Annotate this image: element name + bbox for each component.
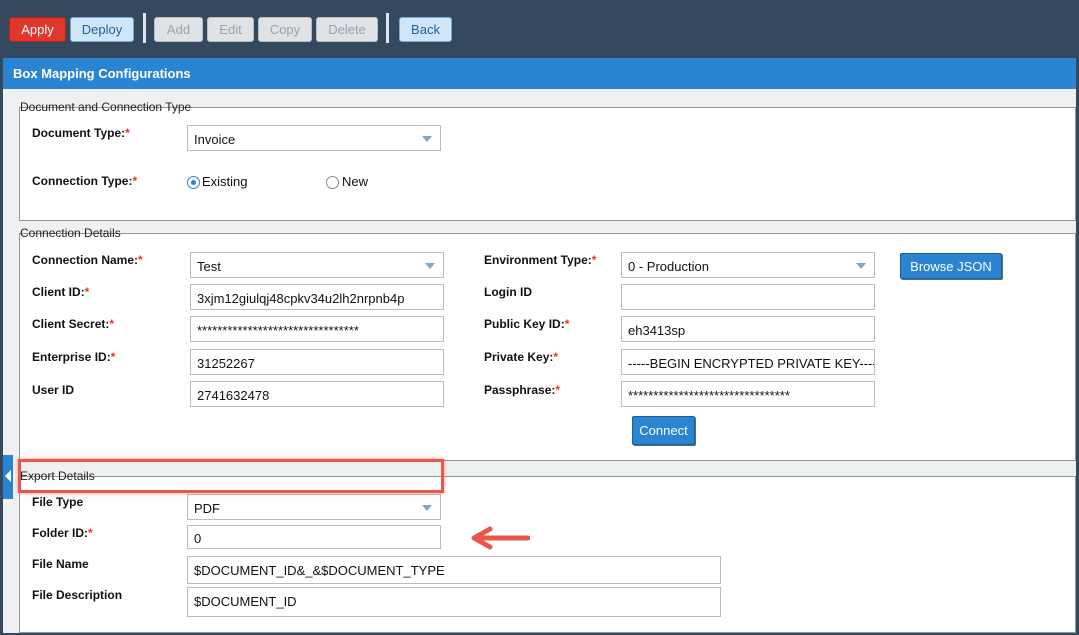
section-legend: Document and Connection Type [20,100,192,114]
document-type-value: Invoice [194,132,236,147]
existing-radio-label: Existing [202,174,248,189]
required-mark: * [110,350,116,364]
arrow-left-icon [471,526,530,550]
public-key-id-label: Public Key ID:* [484,317,570,331]
document-type-select[interactable]: Invoice [187,125,441,151]
new-radio[interactable] [326,176,339,189]
connection-type-label: Connection Type:* [32,174,138,188]
section-legend: Connection Details [20,226,121,240]
panel-title: Box Mapping Configurations [3,58,1076,89]
required-mark: * [555,383,561,397]
environment-type-select[interactable]: 0 - Production [621,252,875,278]
file-description-label: File Description [32,588,123,602]
required-mark: * [564,317,570,331]
existing-radio[interactable] [187,176,200,189]
connection-name-label: Connection Name:* [32,253,143,267]
client-id-input[interactable]: 3xjm12giulqj48cpkv34u2lh2nrpnb4p [190,284,444,310]
private-key-input[interactable]: -----BEGIN ENCRYPTED PRIVATE KEY----- [621,349,875,375]
login-id-label: Login ID [484,285,532,299]
enterprise-id-label: Enterprise ID:* [32,350,116,364]
required-mark: * [125,126,130,140]
file-name-label: File Name [32,557,89,571]
connect-button[interactable]: Connect [632,416,695,445]
file-name-input[interactable]: $DOCUMENT_ID&_&$DOCUMENT_TYPE [187,556,721,584]
back-button[interactable]: Back [399,17,452,42]
required-mark: * [138,253,143,267]
deploy-button[interactable]: Deploy [70,17,134,42]
login-id-input[interactable] [621,284,875,310]
client-secret-label: Client Secret:* [32,317,115,331]
folder-id-label: Folder ID:* [32,526,93,540]
edit-button[interactable]: Edit [207,17,254,42]
document-connection-section: Document and Connection Type Document Ty… [19,100,1076,221]
client-secret-input[interactable]: ******************************** [190,316,444,342]
enterprise-id-input[interactable]: 31252267 [190,349,444,375]
section-legend: Export Details [20,469,95,483]
required-mark: * [109,317,115,331]
apply-button[interactable]: Apply [9,17,66,42]
file-description-input[interactable]: $DOCUMENT_ID [187,587,721,617]
folder-id-input[interactable]: 0 [187,525,441,549]
required-mark: * [88,526,93,540]
configuration-panel: Box Mapping Configurations Document and … [3,58,1076,633]
required-mark: * [553,350,559,364]
new-radio-label: New [342,174,369,189]
passphrase-label: Passphrase:* [484,383,561,397]
required-mark: * [132,174,138,188]
user-id-label: User ID [32,383,75,397]
file-type-value: PDF [194,501,220,516]
required-mark: * [84,285,90,299]
toolbar: Apply Deploy Add Edit Copy Delete Back [0,0,1079,58]
file-type-select[interactable]: PDF [187,494,441,520]
connection-name-value: Test [197,259,221,274]
required-mark: * [591,253,597,267]
environment-type-value: 0 - Production [628,259,709,274]
add-button[interactable]: Add [154,17,203,42]
private-key-label: Private Key:* [484,350,559,364]
browse-json-button[interactable]: Browse JSON [900,253,1002,279]
export-details-section: Export Details File Type PDF Folder ID:*… [19,469,1076,633]
connection-details-section: Connection Details Connection Name:* Tes… [19,226,1076,461]
passphrase-input[interactable]: ******************************** [621,381,875,407]
document-type-label: Document Type:* [32,126,130,140]
environment-type-label: Environment Type:* [484,253,597,267]
toolbar-separator [386,13,389,43]
delete-button[interactable]: Delete [316,17,378,42]
toolbar-separator [143,13,146,43]
file-type-label: File Type [32,495,84,509]
client-id-label: Client ID:* [32,285,90,299]
public-key-id-input[interactable]: eh3413sp [621,316,875,342]
connection-name-select[interactable]: Test [190,252,444,278]
collapse-sidebar-icon[interactable] [3,455,13,499]
user-id-input[interactable]: 2741632478 [190,381,444,407]
copy-button[interactable]: Copy [258,17,312,42]
